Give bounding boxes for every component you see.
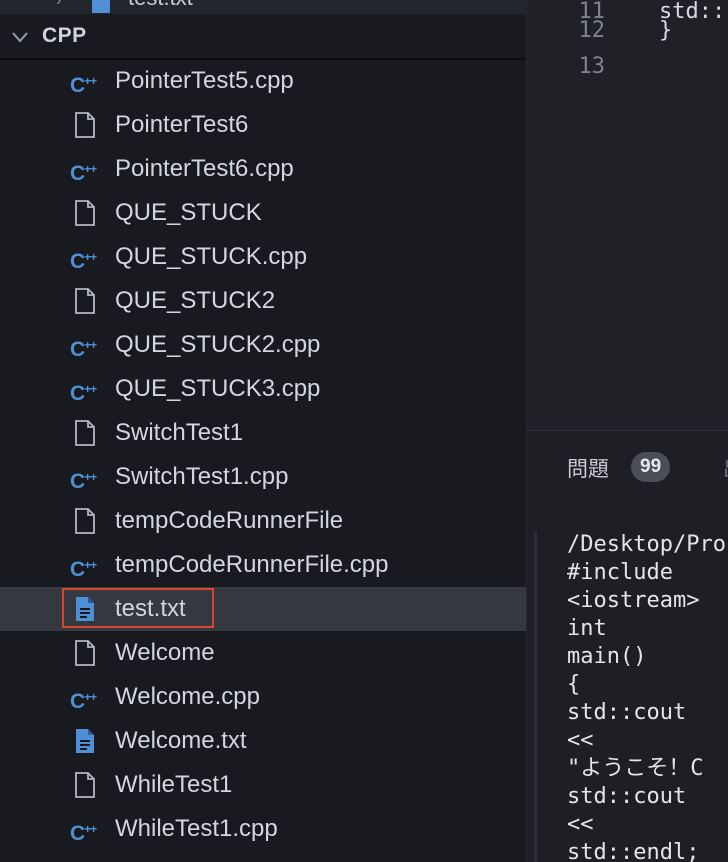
terminal-line: { — [567, 672, 581, 697]
cpp-icon: C++ — [70, 822, 97, 845]
terminal-line: std::cout — [567, 784, 687, 809]
folder-title: CPP — [42, 24, 87, 47]
file-icon — [74, 772, 104, 798]
cpp-icon: C++ — [70, 690, 97, 713]
file-label: tempCodeRunnerFile — [115, 507, 344, 534]
terminal-line: #include — [567, 560, 673, 585]
tab-problems[interactable]: 問題 — [567, 453, 609, 483]
file-item[interactable]: C++ QUE_STUCK3.cpp — [0, 367, 526, 411]
file-label: Welcome — [115, 639, 215, 666]
file-icon — [74, 420, 104, 446]
folder-cpp-header[interactable]: CPP — [0, 17, 526, 55]
terminal-line: std::cout — [567, 700, 687, 725]
cpp-icon: C++ — [70, 382, 97, 405]
terminal-line: <iostream> — [567, 588, 700, 613]
terminal-output[interactable]: /Desktop/Pro #include <iostream> int main() {… — [567, 531, 726, 862]
file-item[interactable]: SwitchTest1 — [0, 411, 526, 455]
file-list: C++ PointerTest5.cpp PointerTest6 C++ Pointe… — [0, 59, 526, 851]
file-label: SwitchTest1 — [115, 419, 244, 446]
terminal-line: std::endl; — [567, 840, 700, 862]
file-label: SwitchTest1.cpp — [115, 463, 289, 490]
terminal-line: int — [567, 616, 607, 641]
selection-highlight-box — [62, 588, 214, 628]
cpp-icon: C++ — [70, 250, 97, 273]
cpp-icon: C++ — [70, 338, 97, 361]
file-item[interactable]: QUE_STUCK — [0, 191, 526, 235]
terminal-line: "ようこそ！C — [567, 756, 704, 781]
file-item[interactable]: C++ SwitchTest1.cpp — [0, 455, 526, 499]
cpp-icon: C++ — [70, 558, 97, 581]
chevron-down-icon[interactable] — [10, 27, 30, 52]
terminal-line: << — [567, 728, 594, 753]
file-label: tempCodeRunnerFile.cpp — [115, 551, 389, 578]
line-number: 12 — [578, 18, 606, 43]
file-item[interactable]: C++ PointerTest6.cpp — [0, 147, 526, 191]
file-icon — [74, 288, 104, 314]
file-item[interactable]: C++ PointerTest5.cpp — [0, 59, 526, 103]
file-icon — [74, 640, 104, 666]
file-item[interactable]: test.txt — [0, 587, 526, 631]
file-item[interactable]: Welcome.txt — [0, 719, 526, 763]
editor-line: 12 } — [527, 13, 728, 49]
cpp-icon: C++ — [70, 74, 97, 97]
file-icon — [74, 200, 104, 226]
file-item[interactable]: C++ tempCodeRunnerFile.cpp — [0, 543, 526, 587]
terminal-line: /Desktop/Pro — [567, 532, 726, 557]
cpp-icon: C++ — [70, 470, 97, 493]
file-label: WhileTest1 — [115, 771, 233, 798]
text-file-icon — [74, 728, 104, 754]
file-item[interactable]: WhileTest1 — [0, 763, 526, 807]
explorer-item-label: test.txt — [128, 0, 193, 12]
file-item[interactable]: C++ Welcome.cpp — [0, 675, 526, 719]
file-label: QUE_STUCK3.cpp — [115, 375, 321, 402]
terminal-line: << — [567, 812, 594, 837]
vscode-window: › test.txt CPP C++ PointerTest5.cpp Pointe… — [0, 0, 728, 862]
file-item[interactable]: PointerTest6 — [0, 103, 526, 147]
chevron-icon: › — [56, 0, 62, 9]
file-icon — [74, 508, 104, 534]
file-label: QUE_STUCK — [115, 199, 262, 226]
file-label: PointerTest5.cpp — [115, 67, 294, 94]
file-item[interactable]: C++ WhileTest1.cpp — [0, 807, 526, 851]
bottom-panel: 問題 99 出 /Desktop/Pro #include <iostream> in… — [527, 430, 728, 862]
tab-output[interactable]: 出 — [723, 453, 728, 483]
file-item[interactable]: C++ QUE_STUCK2.cpp — [0, 323, 526, 367]
editor-line: 13 — [527, 49, 728, 85]
cpp-icon: C++ — [70, 162, 97, 185]
file-label: QUE_STUCK2.cpp — [115, 331, 321, 358]
terminal-line: main() — [567, 644, 647, 669]
file-label: WhileTest1.cpp — [115, 815, 278, 842]
code-editor[interactable]: 11 std:: 12 } 13 — [527, 0, 728, 430]
file-label: QUE_STUCK2 — [115, 287, 276, 314]
code-text: } — [659, 18, 673, 43]
problems-count-badge: 99 — [631, 452, 671, 482]
file-label: Welcome.cpp — [115, 683, 260, 710]
file-label: PointerTest6 — [115, 111, 249, 138]
file-item[interactable]: C++ QUE_STUCK.cpp — [0, 235, 526, 279]
file-icon — [74, 112, 104, 138]
explorer-item-top[interactable]: › test.txt — [0, 0, 526, 14]
file-label: PointerTest6.cpp — [115, 155, 294, 182]
file-item[interactable]: Welcome — [0, 631, 526, 675]
file-label: Welcome.txt — [115, 727, 247, 754]
explorer-sidebar: › test.txt CPP C++ PointerTest5.cpp Pointe… — [0, 0, 527, 862]
file-item[interactable]: tempCodeRunnerFile — [0, 499, 526, 543]
file-label: QUE_STUCK.cpp — [115, 243, 308, 270]
terminal-scroll-gutter — [534, 531, 537, 862]
file-item[interactable]: QUE_STUCK2 — [0, 279, 526, 323]
line-number: 13 — [578, 54, 606, 79]
